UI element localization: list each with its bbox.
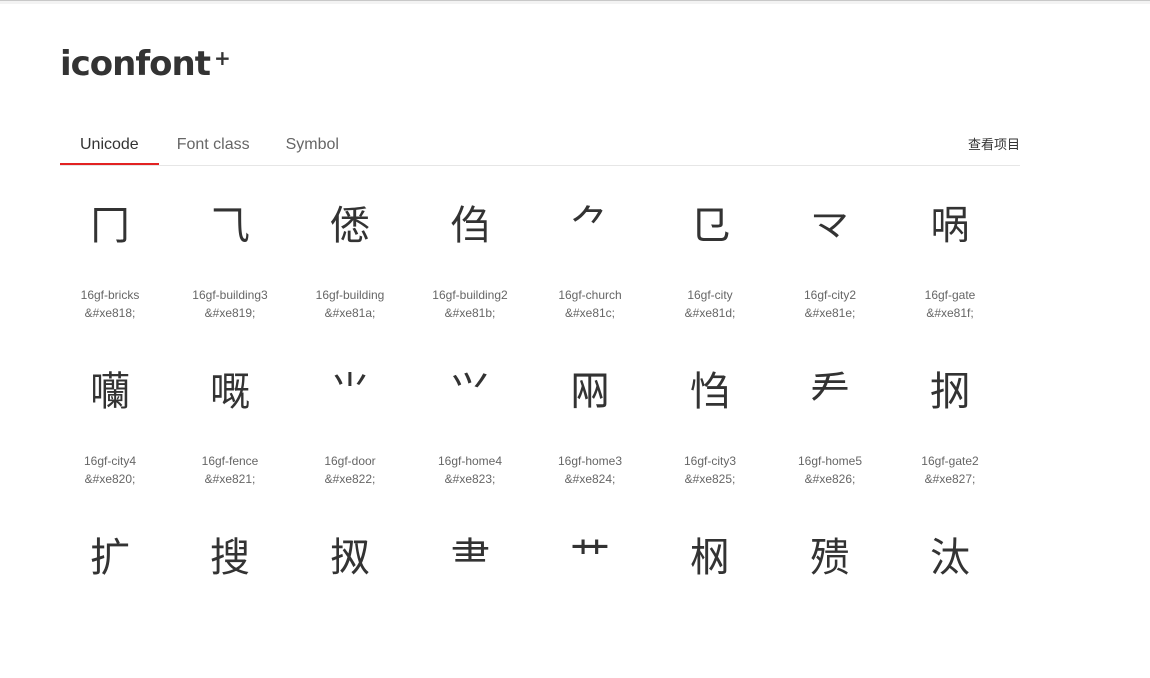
icon-code: &#xe823; <box>444 472 496 486</box>
icon-glyph: 龵 <box>810 369 850 415</box>
browser-top-border <box>0 0 1150 4</box>
icon-name: 16gf-door <box>324 454 376 468</box>
tab-bar: Unicode Font class Symbol 查看项目 <box>60 126 1020 166</box>
icon-cell[interactable]: 龴 16gf-city2 &#xe81e; <box>770 180 890 346</box>
icon-glyph: ⺄ <box>210 203 250 249</box>
icon-name: 16gf-home5 <box>797 454 863 468</box>
icon-name: 16gf-city3 <box>683 454 737 468</box>
icon-cell[interactable]: ⺌ 16gf-door &#xe822; <box>290 346 410 512</box>
icon-cell[interactable]: ⺻ <box>410 512 530 678</box>
icon-code: &#xe81b; <box>444 306 496 320</box>
icon-name: 16gf-building <box>315 288 385 302</box>
icon-glyph: 扩 <box>90 535 130 581</box>
icon-cell[interactable]: ⺄ 16gf-building3 &#xe819; <box>170 180 290 346</box>
icon-glyph: ⺌ <box>330 369 370 415</box>
icon-code: &#xe827; <box>924 472 976 486</box>
icon-name: 16gf-gate2 <box>921 454 979 468</box>
tab-list: Unicode Font class Symbol <box>60 126 1020 165</box>
icon-cell[interactable]: ⺾ <box>530 512 650 678</box>
icon-code: &#xe81e; <box>804 306 856 320</box>
icon-cell[interactable]: 㱮 <box>770 512 890 678</box>
tab-unicode[interactable]: Unicode <box>60 126 159 165</box>
icon-code: &#xe81f; <box>926 306 974 320</box>
icon-glyph: 㧏 <box>930 369 970 415</box>
icon-cell[interactable]: 搜 <box>170 512 290 678</box>
icon-name: 16gf-gate <box>924 288 976 302</box>
icon-glyph: 㤘 <box>690 369 730 415</box>
icon-name: 16gf-building3 <box>192 288 268 302</box>
iconfont-logo[interactable]: iconfont + <box>60 42 231 86</box>
icon-grid: 冂 16gf-bricks &#xe818; ⺄ 16gf-building3 &#xe8… <box>50 180 1010 678</box>
icon-cell[interactable]: ⺈ 16gf-church &#xe81c; <box>530 180 650 346</box>
tab-font-class[interactable]: Font class <box>159 126 268 165</box>
icon-name: 16gf-church <box>558 288 622 302</box>
icon-name: 16gf-bricks <box>80 288 140 302</box>
icon-code: &#xe821; <box>204 472 256 486</box>
logo-text: iconfont <box>60 44 211 84</box>
icon-name: 16gf-city2 <box>803 288 857 302</box>
icon-glyph: 搜 <box>210 535 250 581</box>
icon-cell[interactable]: 㤘 16gf-city3 &#xe825; <box>650 346 770 512</box>
icon-code: &#xe826; <box>804 472 856 486</box>
icon-code: &#xe81d; <box>684 306 736 320</box>
icon-glyph: 㖞 <box>930 203 970 249</box>
icon-glyph: 㭎 <box>690 535 730 581</box>
icon-code: &#xe824; <box>564 472 616 486</box>
tab-symbol[interactable]: Symbol <box>268 126 357 165</box>
icon-glyph: 囒 <box>90 369 130 415</box>
icon-glyph: 㒳 <box>570 369 610 415</box>
logo-plus-icon: + <box>213 46 231 70</box>
icon-cell[interactable]: 龵 16gf-home5 &#xe826; <box>770 346 890 512</box>
icon-glyph: ⺻ <box>450 535 490 581</box>
icon-cell[interactable]: ⺋ 16gf-city &#xe81d; <box>650 180 770 346</box>
icon-glyph: 㧐 <box>330 535 370 581</box>
icon-cell[interactable]: 囒 16gf-city4 &#xe820; <box>50 346 170 512</box>
icon-cell[interactable]: 冂 16gf-bricks &#xe818; <box>50 180 170 346</box>
icon-cell[interactable]: 㧏 16gf-gate2 &#xe827; <box>890 346 1010 512</box>
icon-cell[interactable]: 汰 <box>890 512 1010 678</box>
icon-glyph: ⺾ <box>570 535 610 581</box>
icon-cell[interactable]: ⺍ 16gf-home4 &#xe823; <box>410 346 530 512</box>
icon-glyph: ⺍ <box>450 369 490 415</box>
icon-code: &#xe820; <box>84 472 136 486</box>
icon-name: 16gf-home4 <box>437 454 503 468</box>
icon-name: 16gf-building2 <box>432 288 508 302</box>
icon-code: &#xe825; <box>684 472 736 486</box>
icon-cell[interactable]: 僁 16gf-building &#xe81a; <box>290 180 410 346</box>
icon-code: &#xe81a; <box>324 306 376 320</box>
icon-glyph: ⺋ <box>690 203 730 249</box>
icon-cell[interactable]: 㧐 <box>290 512 410 678</box>
icon-cell[interactable]: 嘅 16gf-fence &#xe821; <box>170 346 290 512</box>
icon-glyph: 汰 <box>930 535 970 581</box>
icon-cell[interactable]: 㑇 16gf-building2 &#xe81b; <box>410 180 530 346</box>
icon-glyph: 僁 <box>330 203 370 249</box>
icon-glyph: 嘅 <box>210 369 250 415</box>
icon-glyph: 冂 <box>90 203 130 249</box>
icon-cell[interactable]: 㭎 <box>650 512 770 678</box>
icon-glyph: 龴 <box>810 203 850 249</box>
icon-glyph: 㑇 <box>450 203 490 249</box>
icon-glyph: ⺈ <box>570 203 610 249</box>
icon-code: &#xe818; <box>84 306 136 320</box>
icon-code: &#xe819; <box>204 306 256 320</box>
icon-glyph: 㱮 <box>810 535 850 581</box>
view-project-link[interactable]: 查看项目 <box>968 126 1020 163</box>
icon-name: 16gf-city <box>687 288 733 302</box>
icon-cell[interactable]: 扩 <box>50 512 170 678</box>
icon-name: 16gf-home3 <box>557 454 623 468</box>
icon-cell[interactable]: 㖞 16gf-gate &#xe81f; <box>890 180 1010 346</box>
icon-name: 16gf-city4 <box>83 454 137 468</box>
icon-cell[interactable]: 㒳 16gf-home3 &#xe824; <box>530 346 650 512</box>
icon-code: &#xe81c; <box>564 306 616 320</box>
icon-code: &#xe822; <box>324 472 376 486</box>
icon-name: 16gf-fence <box>201 454 259 468</box>
